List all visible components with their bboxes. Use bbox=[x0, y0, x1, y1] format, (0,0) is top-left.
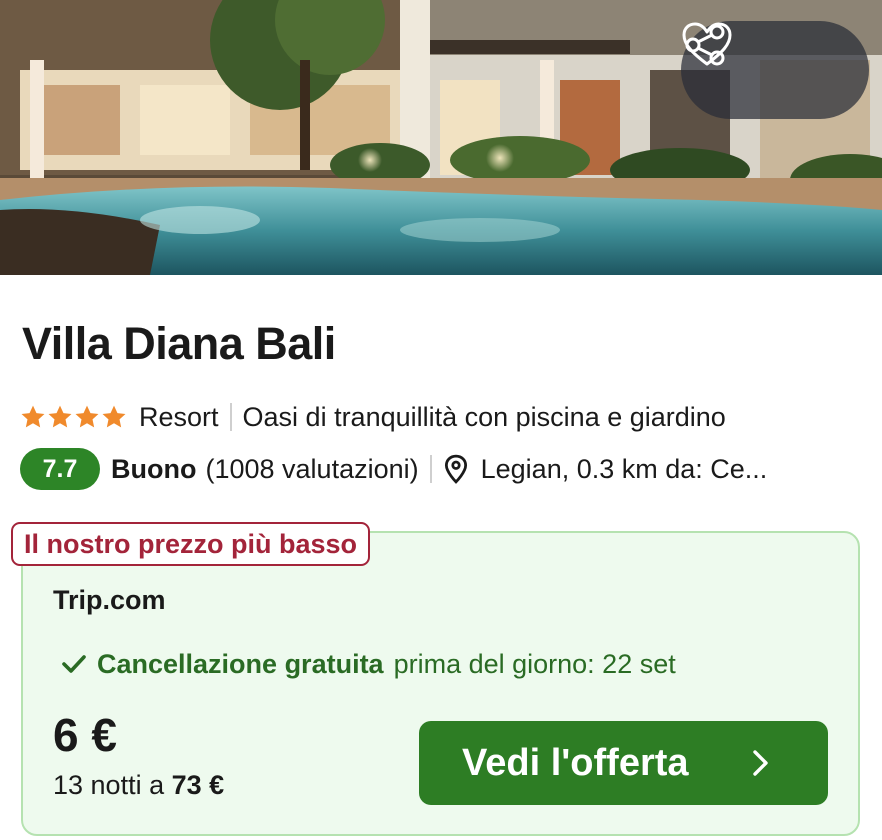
divider bbox=[429, 455, 432, 483]
hotel-type: Resort bbox=[139, 401, 219, 432]
star-icon bbox=[75, 405, 99, 428]
hotel-meta-row: Resort Oasi di tranquillità con piscina … bbox=[20, 400, 726, 434]
cancellation-deadline: prima del giorno: 22 set bbox=[393, 648, 676, 679]
hotel-name[interactable]: Villa Diana Bali bbox=[22, 318, 336, 370]
view-deal-button[interactable]: Vedi l'offerta bbox=[419, 721, 828, 805]
free-cancellation: Cancellazione gratuita prima del giorno:… bbox=[61, 645, 676, 683]
star-icon bbox=[102, 405, 126, 428]
hotel-location[interactable]: Legian, 0.3 km da: Ce... bbox=[481, 454, 768, 485]
hotel-tagline: Oasi di tranquillità con piscina e giard… bbox=[242, 401, 726, 432]
divider bbox=[229, 403, 232, 431]
rating-location-row: 7.7 Buono (1008 valutazioni) Legian, 0.3… bbox=[20, 447, 870, 491]
lowest-price-badge: Il nostro prezzo più basso bbox=[11, 522, 371, 566]
star-rating bbox=[20, 404, 127, 430]
cancellation-label: Cancellazione gratuita bbox=[97, 648, 384, 679]
offer-provider: Trip.com bbox=[53, 585, 166, 615]
nightly-price: 6 € bbox=[53, 709, 117, 761]
total-amount: 73 € bbox=[171, 770, 225, 800]
location-pin-icon bbox=[444, 454, 467, 484]
nights-prefix: 13 notti a bbox=[53, 770, 165, 800]
total-price: 13 notti a 73 € bbox=[53, 770, 224, 801]
star-icon bbox=[21, 405, 45, 428]
chevron-right-icon bbox=[753, 750, 768, 776]
score-badge: 7.7 bbox=[20, 448, 100, 490]
review-count[interactable]: (1008 valutazioni) bbox=[205, 454, 418, 485]
rating-label: Buono bbox=[111, 453, 197, 484]
star-icon bbox=[48, 405, 72, 428]
hotel-photo[interactable] bbox=[0, 0, 882, 275]
view-deal-label: Vedi l'offerta bbox=[462, 741, 689, 784]
check-icon bbox=[62, 655, 86, 673]
favorite-button[interactable] bbox=[682, 22, 846, 102]
hero-actions bbox=[681, 21, 869, 119]
heart-icon bbox=[682, 22, 732, 66]
